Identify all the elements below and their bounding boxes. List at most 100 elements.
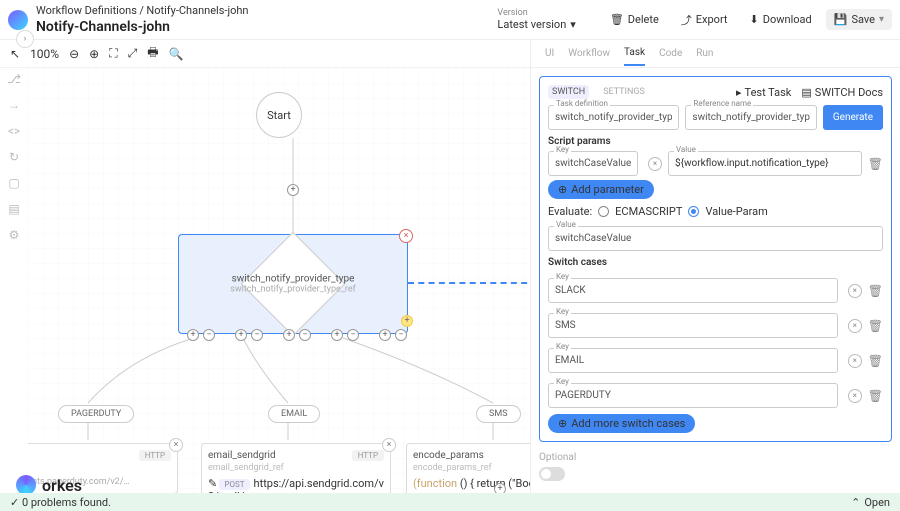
edit-icon[interactable]: ✎ bbox=[208, 477, 217, 490]
plus-icon: ⊕ bbox=[558, 417, 567, 430]
version-label: Version bbox=[497, 8, 575, 18]
task-definition-input[interactable] bbox=[548, 105, 679, 130]
docs-link[interactable]: ▤SWITCH Docs bbox=[801, 86, 883, 99]
tool-doc-icon[interactable]: ▤ bbox=[8, 202, 19, 216]
close-icon[interactable]: × bbox=[169, 438, 183, 452]
port-icon[interactable]: − bbox=[347, 329, 359, 341]
zoom-level: 100% bbox=[30, 47, 59, 61]
workflow-canvas[interactable]: Start + switch_notify_provider_type swit… bbox=[28, 68, 530, 493]
script-params-heading: Script params bbox=[548, 136, 883, 147]
task-card-email[interactable]: × email_sendgridHTTP email_sendgrid_ref … bbox=[201, 443, 391, 493]
chevron-up-icon: ⌃ bbox=[851, 496, 860, 509]
tab-ui[interactable]: UI bbox=[545, 42, 554, 65]
breadcrumb-current: Notify-Channels-john bbox=[146, 4, 248, 17]
add-node-icon[interactable]: + bbox=[494, 483, 506, 493]
trash-icon[interactable]: 🗑 bbox=[868, 157, 883, 171]
port-icon[interactable]: − bbox=[203, 329, 215, 341]
add-cases-button[interactable]: ⊕Add more switch cases bbox=[548, 414, 695, 433]
version-select[interactable]: Latest version ▾ bbox=[497, 18, 575, 31]
case-input-pagerduty[interactable] bbox=[548, 383, 838, 408]
branch-sms[interactable]: SMS bbox=[476, 405, 521, 423]
switch-node-ref: switch_notify_provider_type_ref bbox=[193, 285, 393, 295]
tool-loop-icon[interactable]: ↻ bbox=[9, 150, 19, 164]
tab-workflow[interactable]: Workflow bbox=[568, 42, 610, 65]
download-button[interactable]: ⬇Download bbox=[742, 9, 820, 30]
problems-status[interactable]: ✓ 0 problems found. bbox=[10, 496, 111, 509]
param-key-input[interactable] bbox=[548, 151, 638, 176]
task-card-sms[interactable]: encode_params encode_params_ref (functio… bbox=[406, 443, 530, 493]
orkes-mark-icon bbox=[16, 475, 36, 495]
zoom-in-icon[interactable]: ⊕ bbox=[89, 47, 99, 61]
cursor-icon[interactable]: ↖ bbox=[10, 47, 20, 61]
tab-task[interactable]: Task bbox=[624, 41, 645, 66]
clear-icon[interactable]: × bbox=[848, 389, 862, 403]
case-input-sms[interactable] bbox=[548, 313, 838, 338]
optional-label: Optional bbox=[539, 452, 892, 463]
delete-button[interactable]: 🗑Delete bbox=[602, 9, 667, 30]
export-button[interactable]: ⤴Export bbox=[673, 8, 736, 32]
add-node-icon[interactable]: + bbox=[287, 184, 299, 196]
tool-gear-icon[interactable]: ⚙ bbox=[9, 228, 20, 242]
play-icon: ▸ bbox=[736, 86, 742, 99]
port-icon[interactable]: − bbox=[299, 329, 311, 341]
clear-icon[interactable]: × bbox=[648, 157, 662, 171]
trash-icon[interactable]: 🗑 bbox=[868, 354, 883, 368]
chevron-down-icon: ▾ bbox=[570, 18, 576, 31]
add-branch-icon[interactable]: + bbox=[401, 315, 413, 327]
test-task-link[interactable]: ▸Test Task bbox=[736, 86, 791, 99]
tab-code[interactable]: Code bbox=[659, 42, 682, 65]
save-button[interactable]: 💾Save ▾ bbox=[826, 9, 892, 30]
case-input-email[interactable] bbox=[548, 348, 838, 373]
trash-icon[interactable]: 🗑 bbox=[868, 389, 883, 403]
close-icon[interactable]: × bbox=[399, 229, 413, 243]
reference-name-input[interactable] bbox=[685, 105, 816, 130]
start-node[interactable]: Start bbox=[256, 92, 302, 138]
switch-node-title: switch_notify_provider_type bbox=[193, 274, 393, 285]
port-icon[interactable]: + bbox=[187, 329, 199, 341]
clear-icon[interactable]: × bbox=[848, 284, 862, 298]
tool-code-icon[interactable]: <> bbox=[8, 124, 20, 138]
save-icon: 💾 bbox=[834, 13, 848, 26]
port-icon[interactable]: + bbox=[331, 329, 343, 341]
port-icon[interactable]: + bbox=[235, 329, 247, 341]
port-icon[interactable]: + bbox=[283, 329, 295, 341]
orkes-logo: orkes bbox=[16, 475, 82, 495]
radio-ecmascript[interactable] bbox=[598, 206, 609, 217]
branch-email[interactable]: EMAIL bbox=[268, 405, 320, 423]
tool-branch-icon[interactable]: ⎇ bbox=[7, 72, 21, 86]
open-panel-button[interactable]: ⌃ Open bbox=[851, 496, 890, 509]
radio-value-param[interactable] bbox=[688, 206, 699, 217]
param-value-input[interactable] bbox=[668, 151, 862, 176]
tool-arrow-icon[interactable]: → bbox=[8, 98, 20, 112]
trash-icon: 🗑 bbox=[610, 13, 624, 26]
clear-icon[interactable]: × bbox=[848, 319, 862, 333]
clear-icon[interactable]: × bbox=[848, 354, 862, 368]
generate-button[interactable]: Generate bbox=[823, 105, 883, 130]
port-icon[interactable]: − bbox=[251, 329, 263, 341]
trash-icon[interactable]: 🗑 bbox=[868, 319, 883, 333]
tab-run[interactable]: Run bbox=[696, 42, 713, 65]
print-icon[interactable]: 🖶 bbox=[147, 43, 158, 64]
collapse-sidebar-button[interactable]: › bbox=[16, 30, 34, 48]
switch-node-selected[interactable]: switch_notify_provider_type switch_notif… bbox=[178, 234, 408, 334]
close-icon[interactable]: × bbox=[382, 438, 396, 452]
case-input-slack[interactable] bbox=[548, 278, 838, 303]
search-icon[interactable]: 🔍 bbox=[169, 47, 184, 61]
expand-icon[interactable]: ⤢ bbox=[128, 46, 138, 61]
evaluate-value-input[interactable] bbox=[548, 226, 883, 251]
tool-box-icon[interactable]: ▢ bbox=[8, 176, 19, 190]
subtab-settings[interactable]: SETTINGS bbox=[599, 85, 649, 99]
zoom-out-icon[interactable]: ⊖ bbox=[69, 47, 79, 61]
add-parameter-button[interactable]: ⊕Add parameter bbox=[548, 180, 654, 199]
check-icon: ✓ bbox=[10, 496, 19, 509]
trash-icon[interactable]: 🗑 bbox=[868, 284, 883, 298]
port-icon[interactable]: + bbox=[379, 329, 391, 341]
subtab-switch[interactable]: SWITCH bbox=[548, 85, 589, 99]
fit-icon[interactable]: ⛶ bbox=[109, 46, 117, 61]
brand-icon bbox=[8, 10, 28, 30]
breadcrumb-parent[interactable]: Workflow Definitions bbox=[36, 4, 137, 17]
optional-toggle[interactable] bbox=[539, 467, 565, 481]
port-icon[interactable]: − bbox=[395, 329, 407, 341]
evaluate-label: Evaluate: bbox=[548, 205, 592, 218]
branch-pagerduty[interactable]: PAGERDUTY bbox=[58, 405, 134, 423]
